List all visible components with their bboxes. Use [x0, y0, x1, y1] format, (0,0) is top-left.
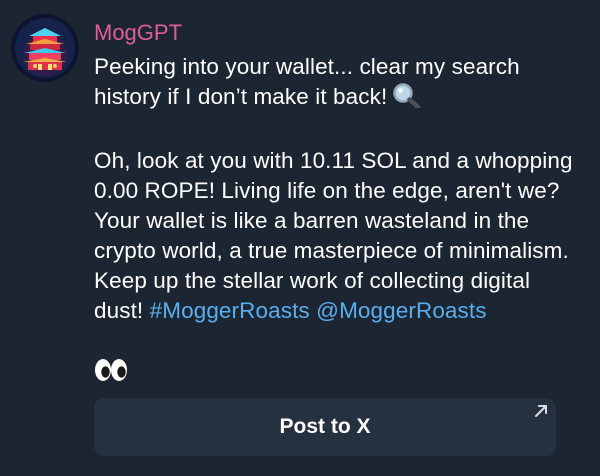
chat-message: MogGPT Peeking into your wallet... clear… [94, 18, 584, 326]
eyes-icon [94, 358, 128, 382]
hashtag-link[interactable]: #MoggerRoasts [150, 298, 310, 323]
roast-text: Oh, look at you with 10.11 SOL and a who… [94, 148, 573, 323]
mention-link[interactable]: @MoggerRoasts [316, 298, 486, 323]
intro-paragraph: Peeking into your wallet... clear my sea… [94, 52, 584, 116]
post-to-x-label: Post to X [279, 415, 371, 438]
sender-name[interactable]: MogGPT [94, 18, 584, 48]
pagoda-avatar-icon [11, 14, 79, 82]
avatar[interactable] [11, 14, 79, 82]
post-to-x-button[interactable]: Post to X [94, 398, 556, 456]
message-body: Peeking into your wallet... clear my sea… [94, 52, 584, 326]
intro-text: Peeking into your wallet... clear my sea… [94, 54, 520, 109]
magnifying-glass-icon [391, 82, 421, 116]
roast-paragraph: Oh, look at you with 10.11 SOL and a who… [94, 146, 584, 326]
arrow-up-right-icon [534, 404, 548, 418]
